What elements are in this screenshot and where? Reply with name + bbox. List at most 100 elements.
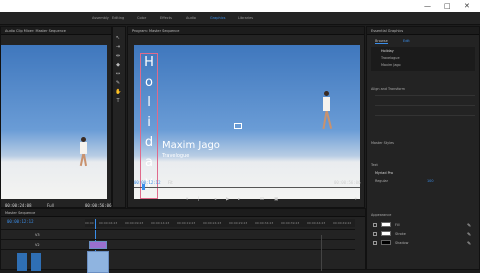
workspace-tab-graphics[interactable]: Graphics [210,16,225,20]
stroke-label: Stroke [395,232,406,236]
timeline-timecode[interactable]: 00:00:12:12 [7,219,34,224]
fill-checkbox[interactable] [373,223,377,227]
transform-controls[interactable] [375,95,475,127]
track-target-v1[interactable] [17,253,27,271]
layer-item[interactable]: Travelogue [381,56,400,60]
source-monitor-panel: Audio Clip Mixer: Master Sequence 00:00:… [0,26,112,227]
maximize-button[interactable]: □ [444,1,451,11]
lower-third-role[interactable]: Travelogue [162,153,189,159]
title-letter: a [145,155,153,170]
ruler-tick-label: 00:00:34:23 [255,221,274,225]
source-monitor-title: Audio Clip Mixer: Master Sequence [1,27,111,35]
ruler-tick-label: 00:00:29:23 [229,221,248,225]
title-letter: H [144,55,154,70]
type-tool-icon[interactable]: T [115,98,121,104]
track-label: V3 [35,233,40,237]
program-timecode[interactable]: 00:00:12:12 [134,180,161,185]
selection-tool-icon[interactable]: ↖ [115,35,121,41]
font-style-dropdown[interactable]: Regular [375,179,388,183]
title-letter: i [147,115,151,130]
section-master-styles: Master Styles [371,141,394,145]
workspace-tab-effects[interactable]: Effects [160,16,172,20]
ruler-tick-label: 00:00 [85,221,94,225]
program-scrub-bar[interactable] [134,187,360,188]
layer-list: Holiday Travelogue Maxim Jago [371,47,475,71]
font-dropdown[interactable]: Myriad Pro [375,171,393,175]
shadow-label: Shadow [395,241,409,245]
anchor-point-icon[interactable] [234,123,242,129]
track-target-a1[interactable] [31,253,41,271]
fill-label: Fill [395,223,400,227]
ripple-edit-icon[interactable]: ⇹ [115,53,121,59]
play-icon[interactable]: ▶ [226,197,229,202]
program-video-frame: H o l i d a y Maxim Jago Travelogue [134,45,360,199]
ruler-tick-label: 00:00:24:23 [203,221,222,225]
timeline-panel: Master Sequence 00:00:12:12 00:00 00:00:… [0,208,366,273]
ruler-tick-label: 00:00:04:23 [99,221,118,225]
stroke-checkbox[interactable] [373,232,377,236]
eyedropper-icon[interactable]: ✎ [467,232,471,238]
program-add-button-icon[interactable]: + [354,197,358,202]
vertical-title-text[interactable]: H o l i d a y [142,53,156,193]
timeline-scroll[interactable] [321,235,322,271]
workspace-bar: Assembly Editing Color Effects Audio Gra… [0,12,480,25]
shadow-checkbox[interactable] [373,241,377,245]
razor-tool-icon[interactable]: ◆ [115,62,121,68]
font-size-value[interactable]: 100 [427,179,433,183]
insert-icon[interactable]: ⊡ [260,197,264,202]
mark-out-icon[interactable]: | [198,197,200,202]
workspace-tab-audio[interactable]: Audio [186,16,196,20]
layer-item[interactable]: Maxim Jago [381,63,401,67]
eg-tab-edit[interactable]: Edit [403,39,410,43]
lower-third-name[interactable]: Maxim Jago [162,140,220,151]
export-frame-icon[interactable]: ▣ [274,197,278,202]
ruler-tick-label: 00:00:49:22 [333,221,352,225]
workspace-tab-libraries[interactable]: Libraries [238,16,253,20]
tools-panel: ↖ ⇥ ⇹ ◆ ↔ ✎ ✋ T [112,26,126,208]
hand-tool-icon[interactable]: ✋ [115,89,121,95]
graphic-clip[interactable] [89,241,107,249]
track-select-icon[interactable]: ⇥ [115,44,121,50]
workspace-tab-editing[interactable]: Editing [112,16,124,20]
stroke-swatch[interactable] [381,231,391,236]
dancer-figure [320,91,334,137]
program-monitor-title: Program: Master Sequence [128,27,364,35]
mark-in-icon[interactable]: ▾ [186,197,188,202]
slip-tool-icon[interactable]: ↔ [115,71,121,77]
program-fit[interactable]: Fit [168,180,173,185]
section-appearance: Appearance [371,213,392,217]
step-forward-icon[interactable]: ▸ [238,197,240,202]
ruler-tick-label: 00:00:39:23 [281,221,300,225]
eg-tab-browse[interactable]: Browse [375,39,388,44]
ruler-tick-label: 00:00:09:23 [125,221,144,225]
window-titlebar: — □ ✕ [0,0,480,12]
ruler-tick-label: 00:00:14:23 [151,221,170,225]
program-duration: 00:00:56:06 [334,180,361,185]
fill-swatch[interactable] [381,222,391,227]
pen-tool-icon[interactable]: ✎ [115,80,121,86]
essential-graphics-title: Essential Graphics [367,27,479,35]
track-v1: V1 [1,249,355,273]
minimize-button[interactable]: — [424,1,431,11]
workspace-tab-color[interactable]: Color [137,16,146,20]
playhead-indicator[interactable] [142,184,145,190]
section-text: Text [371,163,378,167]
dancer-figure [79,137,89,169]
shadow-swatch[interactable] [381,240,391,245]
step-back-icon[interactable]: ◂ [214,197,216,202]
close-button[interactable]: ✕ [464,1,470,11]
source-video-frame [1,45,107,199]
ruler-tick-label: 00:00:44:23 [307,221,326,225]
title-letter: d [144,135,154,150]
ruler-tick-label: 00:00:19:23 [177,221,196,225]
eyedropper-icon[interactable]: ✎ [467,223,471,229]
layer-item[interactable]: Holiday [381,49,394,53]
section-align-transform: Align and Transform [371,87,405,91]
time-ruler[interactable]: 00:00 00:00:04:23 00:00:09:23 00:00:14:2… [85,219,355,227]
track-label: V2 [35,243,40,247]
timeline-title: Master Sequence [1,209,365,217]
eyedropper-icon[interactable]: ✎ [467,241,471,247]
title-letter: l [147,95,151,110]
workspace-tab-assembly[interactable]: Assembly [92,16,109,20]
essential-graphics-panel: Essential Graphics Browse Edit Holiday T… [366,26,480,270]
